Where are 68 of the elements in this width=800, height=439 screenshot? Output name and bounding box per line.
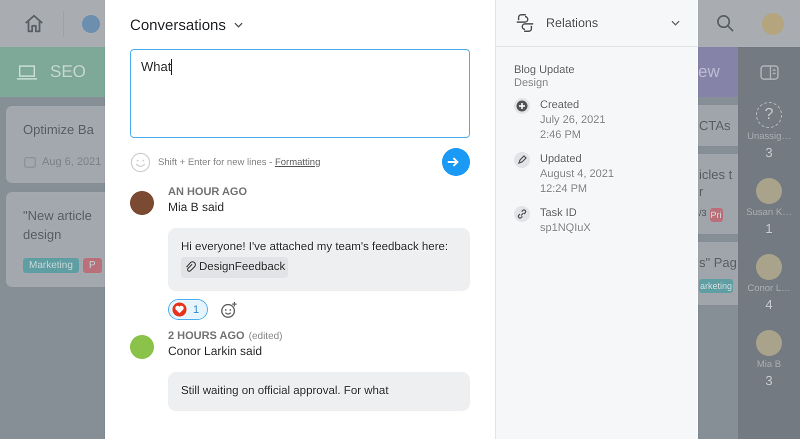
smiley-icon[interactable] [130, 152, 151, 172]
avatar [130, 191, 154, 215]
list-name: Design [514, 77, 550, 89]
formatting-link[interactable]: Formatting [274, 156, 320, 168]
add-reaction-icon[interactable] [220, 300, 238, 318]
avatar [756, 254, 782, 280]
link-icon [514, 206, 530, 222]
tag: /3 [699, 208, 707, 222]
avatar [130, 335, 154, 359]
task-count: 3 [765, 373, 773, 388]
card-title: CTAs [699, 117, 732, 134]
field-value: 12:24 PM [540, 182, 588, 197]
tag: arketing [699, 279, 734, 293]
task-card[interactable]: s" Pag arketing [698, 242, 738, 305]
tag: P [82, 258, 102, 273]
card-title: "New article [23, 207, 93, 225]
comment-time: AN HOUR AGO [168, 186, 248, 198]
attachment-link[interactable]: DesignFeedback [181, 257, 288, 278]
field-value: 2:46 PM [540, 128, 582, 143]
task-card[interactable]: "New article design Marketing P [6, 192, 105, 287]
paperclip-icon [184, 261, 197, 274]
task-count: 3 [765, 145, 773, 160]
chevron-down-icon[interactable] [234, 22, 243, 28]
tag: Pri [710, 208, 723, 222]
comment-text: Still waiting on official approval. For what [181, 384, 390, 399]
hint-text: Shift + Enter for new lines - [158, 156, 274, 168]
heart-reaction[interactable]: 1 [168, 299, 208, 320]
card-title: design [23, 226, 62, 244]
card-title: s" Pag [699, 254, 738, 271]
tag: Marketing [23, 258, 79, 273]
edited-label: (edited) [248, 331, 283, 342]
conversations-title: Conversations [130, 16, 226, 34]
arrow-right-icon [446, 155, 460, 169]
relations-icon [514, 12, 536, 34]
calendar-icon [23, 155, 37, 169]
column-title: SEO [50, 62, 86, 82]
task-card[interactable]: icles t r /3 Pri [698, 154, 738, 234]
comment-author: Conor Larkin said [168, 344, 264, 358]
field-value: sp1NQIuX [540, 221, 591, 236]
send-button[interactable] [442, 148, 470, 176]
pencil-icon [514, 152, 530, 168]
relations-title: Relations [546, 16, 598, 30]
field-value: August 4, 2021 [540, 167, 614, 182]
unassigned-icon: ? [756, 102, 782, 128]
avatar [756, 178, 782, 204]
comment-author: Mia B said [168, 200, 226, 214]
chevron-down-icon[interactable] [671, 20, 680, 26]
search-icon[interactable] [716, 14, 735, 33]
field-label: Updated [540, 152, 583, 167]
comment-time: 2 HOURS AGO [168, 330, 245, 342]
task-count: 4 [765, 297, 773, 312]
comment-text: Hi everyone! I've attached my team's feedback here: DesignFeedback [181, 238, 457, 281]
card-title: r [699, 183, 704, 200]
avatar[interactable] [82, 14, 100, 32]
avatar [756, 330, 782, 356]
panel-toggle-icon[interactable] [760, 65, 778, 80]
task-name: Blog Update [514, 64, 576, 76]
plus-icon [514, 98, 530, 114]
card-title: icles t [699, 166, 734, 183]
task-card[interactable]: CTAs [698, 105, 738, 146]
field-value: July 26, 2021 [540, 113, 606, 128]
card-title: Optimize Ba [23, 121, 95, 139]
comment-input[interactable]: What [130, 49, 470, 138]
task-count: 1 [765, 221, 773, 236]
field-label: Task ID [540, 206, 578, 221]
home-icon[interactable] [23, 12, 45, 34]
field-label: Created [540, 98, 580, 113]
laptop-icon [16, 64, 38, 80]
